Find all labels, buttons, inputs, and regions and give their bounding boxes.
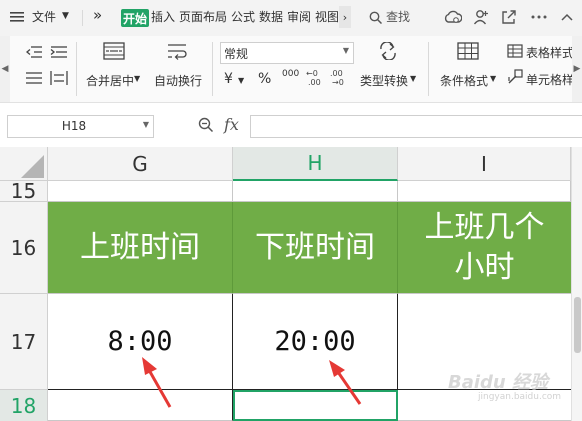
vertical-scrollbar[interactable]: [571, 147, 582, 421]
watermark-url: jingyan.baidu.com: [478, 392, 562, 402]
watermark-logo: Baidu 经验: [448, 372, 549, 393]
arrow-h17: [329, 360, 362, 405]
annotation-arrows: [142, 357, 362, 408]
scrollbar-thumb[interactable]: [574, 297, 581, 353]
arrow-g17: [142, 357, 172, 408]
